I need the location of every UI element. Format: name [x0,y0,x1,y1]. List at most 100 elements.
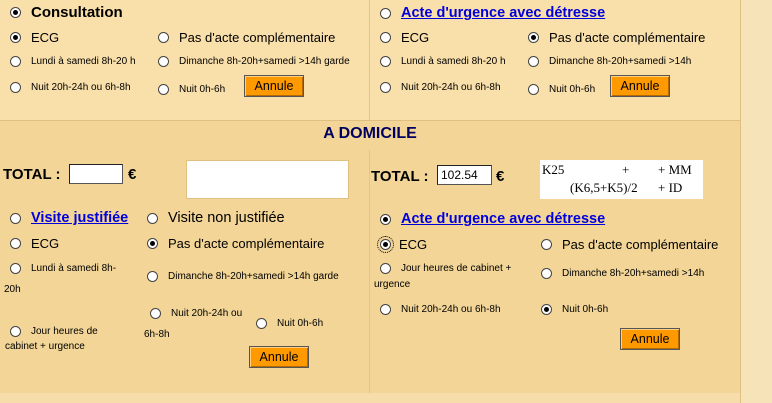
lundi-label: Lundi à samedi 8h-20 h [401,56,506,67]
lundi-option[interactable]: Lundi à samedi 8h-20 h [10,56,136,67]
nuit-20-option[interactable]: Nuit 20h-24h ou [150,308,242,319]
ecg-radio[interactable] [10,32,21,43]
annule-button[interactable]: Annule [249,346,309,368]
lundi-option[interactable]: Lundi à samedi 8h-20 h [380,56,506,67]
pas-acte-label: Pas d'acte complémentaire [168,236,325,251]
section-title: A DOMICILE [323,125,417,142]
pas-acte-radio[interactable] [541,239,552,250]
dimanche-radio[interactable] [147,271,158,282]
nuit-20-label-cont: 6h-8h [144,329,170,340]
annule-button[interactable]: Annule [620,328,680,350]
formula-box: K25 + + MM (K6,5+K5)/2 + ID [540,160,703,199]
visite-non-justifiee-radio[interactable] [147,212,158,224]
nuit-0-radio[interactable] [256,318,267,329]
nuit-0-label: Nuit 0h-6h [277,318,324,329]
ecg-label: ECG [31,30,60,45]
acte-urgence-option[interactable]: Acte d'urgence avec détresse [380,5,605,21]
acte-urgence-radio[interactable] [380,213,391,225]
acte-urgence-radio[interactable] [380,7,391,19]
nuit-0-label: Nuit 0h-6h [562,304,609,315]
pas-acte-option[interactable]: Pas d'acte complémentaire [528,30,705,45]
consultation-option[interactable]: Consultation [10,4,123,21]
lundi-option[interactable]: Lundi à samedi 8h- [10,263,116,274]
jour-radio[interactable] [380,263,391,274]
lundi-radio[interactable] [10,263,21,274]
dimanche-option[interactable]: Dimanche 8h-20h+samedi >14h garde [158,56,350,67]
dimanche-label: Dimanche 8h-20h+samedi >14h garde [168,271,339,282]
lundi-label-cont: 20h [4,284,21,295]
dimanche-label: Dimanche 8h-20h+samedi >14h garde [179,56,350,67]
jour-label: Jour heures de cabinet + [401,263,512,274]
dimanche-radio[interactable] [158,56,169,67]
nuit-0-option[interactable]: Nuit 0h-6h [256,318,323,329]
acte-urgence-option[interactable]: Acte d'urgence avec détresse [380,211,605,227]
dimanche-radio[interactable] [541,268,552,279]
total-label: TOTAL : [3,166,61,183]
visite-justifiee-link[interactable]: Visite justifiée [31,210,128,226]
acte-urgence-link[interactable]: Acte d'urgence avec détresse [401,5,605,21]
total-input[interactable] [437,165,492,185]
nuit-20-radio[interactable] [10,82,21,93]
pas-acte-option[interactable]: Pas d'acte complémentaire [541,237,718,252]
ecg-option[interactable]: ECG [10,236,59,251]
dimanche-option[interactable]: Dimanche 8h-20h+samedi >14h garde [147,271,339,282]
jour-label: Jour heures de [31,326,98,337]
pas-acte-option[interactable]: Pas d'acte complémentaire [158,30,335,45]
nuit-20-option[interactable]: Nuit 20h-24h ou 6h-8h [380,304,501,315]
ecg-radio[interactable] [380,32,391,43]
annule-button[interactable]: Annule [610,75,670,97]
pas-acte-radio[interactable] [158,32,169,43]
lundi-radio[interactable] [10,56,21,67]
jour-option[interactable]: Jour heures de cabinet + [380,263,511,274]
top-left-panel: Consultation ECG Pas d'acte complémentai… [0,0,370,120]
dimanche-option[interactable]: Dimanche 8h-20h+samedi >14h [528,56,691,67]
nuit-20-label: Nuit 20h-24h ou 6h-8h [401,304,501,315]
ecg-radio[interactable] [10,238,21,249]
visite-non-justifiee-option[interactable]: Visite non justifiée [147,210,285,226]
formula-k25: K25 [542,162,565,177]
jour-radio[interactable] [10,326,21,337]
nuit-20-option[interactable]: Nuit 20h-24h ou 6h-8h [10,82,131,93]
visite-justifiee-option[interactable]: Visite justifiée [10,210,128,226]
section-header: A DOMICILE [0,120,740,151]
nuit-20-radio[interactable] [380,304,391,315]
nuit-0-radio[interactable] [541,304,552,315]
jour-label-cont: urgence [374,279,411,290]
dimanche-option[interactable]: Dimanche 8h-20h+samedi >14h [541,268,704,279]
ecg-label: ECG [31,236,60,251]
jour-label-cont: cabinet + urgence [5,341,85,352]
annule-button[interactable]: Annule [244,75,304,97]
euro-symbol: € [496,168,505,185]
nuit-20-option[interactable]: Nuit 20h-24h ou 6h-8h [380,82,501,93]
ecg-option[interactable]: ECG [380,30,429,45]
pas-acte-label: Pas d'acte complémentaire [549,30,706,45]
jour-option[interactable]: Jour heures de [10,326,98,337]
total-input[interactable] [69,164,123,184]
nuit-0-radio[interactable] [528,84,539,95]
acte-urgence-link[interactable]: Acte d'urgence avec détresse [401,211,605,227]
nuit-0-radio[interactable] [158,84,169,95]
nuit-0-option[interactable]: Nuit 0h-6h [541,304,608,315]
ecg-option[interactable]: ECG [10,30,59,45]
pas-acte-radio[interactable] [147,238,158,249]
nuit-0-option[interactable]: Nuit 0h-6h [528,84,595,95]
bottom-strip [0,393,740,403]
nuit-20-radio[interactable] [380,82,391,93]
visite-justifiee-radio[interactable] [10,212,21,224]
ecg-option[interactable]: ECG [377,236,427,253]
scrollbar[interactable] [740,0,772,403]
ecg-label: ECG [401,30,430,45]
euro-symbol: € [128,166,137,183]
nuit-0-label: Nuit 0h-6h [549,84,596,95]
pas-acte-option[interactable]: Pas d'acte complémentaire [147,236,324,251]
lundi-radio[interactable] [380,56,391,67]
dimanche-radio[interactable] [528,56,539,67]
pas-acte-radio[interactable] [528,32,539,43]
nuit-0-option[interactable]: Nuit 0h-6h [158,84,225,95]
nuit-20-label: Nuit 20h-24h ou 6h-8h [401,82,501,93]
consultation-radio[interactable] [10,7,21,18]
nuit-20-label: Nuit 20h-24h ou [171,308,243,319]
ecg-radio[interactable] [377,236,394,253]
nuit-20-radio[interactable] [150,308,161,319]
consultation-label: Consultation [31,4,123,21]
